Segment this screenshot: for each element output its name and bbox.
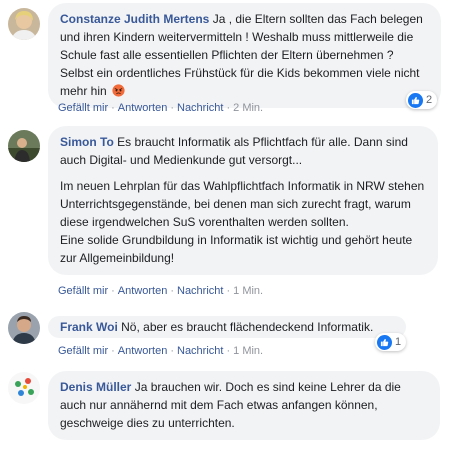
reply-button[interactable]: Antworten: [118, 102, 168, 114]
comment-bubble: Constanze Judith Mertens Ja , die Eltern…: [48, 3, 441, 108]
avatar[interactable]: [8, 130, 40, 162]
message-button[interactable]: Nachricht: [177, 345, 223, 357]
reaction-count[interactable]: 2: [406, 91, 438, 109]
comment-bubble: Denis Müller Ja brauchen wir. Doch es si…: [48, 371, 440, 440]
like-icon: [408, 92, 423, 108]
comment-bubble: Simon To Es braucht Informatik als Pflic…: [48, 126, 438, 275]
timestamp[interactable]: 2 Min.: [233, 102, 263, 114]
comment-actions: Gefällt mir · Antworten · Nachricht · 1 Min.: [58, 285, 264, 297]
comment-actions: Gefällt mir · Antworten · Nachricht · 1 Min.: [58, 345, 264, 357]
reaction-number: 2: [426, 94, 433, 106]
avatar[interactable]: [8, 312, 40, 344]
like-icon: [377, 334, 392, 350]
reaction-number: 1: [395, 336, 402, 348]
reply-button[interactable]: Antworten: [118, 345, 168, 357]
message-button[interactable]: Nachricht: [177, 102, 223, 114]
timestamp[interactable]: 1 Min.: [233, 345, 263, 357]
angry-face-icon: [112, 84, 125, 97]
comment-author[interactable]: Denis Müller: [60, 380, 131, 394]
avatar[interactable]: [8, 8, 40, 40]
comment-bubble: Frank Woi Nö, aber es braucht flächendec…: [48, 316, 406, 338]
timestamp[interactable]: 1 Min.: [233, 285, 263, 297]
comment-text-continued: Im neuen Lehrplan für das Wahlpflichtfac…: [60, 179, 425, 265]
message-button[interactable]: Nachricht: [177, 285, 223, 297]
comment-author[interactable]: Constanze Judith Mertens: [60, 12, 209, 26]
comment-text: Nö, aber es braucht flächendeckend Infor…: [121, 320, 374, 334]
like-button[interactable]: Gefällt mir: [58, 345, 108, 357]
reply-button[interactable]: Antworten: [118, 285, 168, 297]
like-button[interactable]: Gefällt mir: [58, 102, 108, 114]
comment-paragraph: Simon To Es braucht Informatik als Pflic…: [60, 133, 426, 169]
like-button[interactable]: Gefällt mir: [58, 285, 108, 297]
avatar[interactable]: [8, 372, 40, 404]
comment-actions: Gefällt mir · Antworten · Nachricht · 2 Min.: [58, 102, 264, 114]
comment-author[interactable]: Frank Woi: [60, 320, 118, 334]
reaction-count[interactable]: 1: [375, 333, 407, 351]
comment-author[interactable]: Simon To: [60, 135, 114, 149]
